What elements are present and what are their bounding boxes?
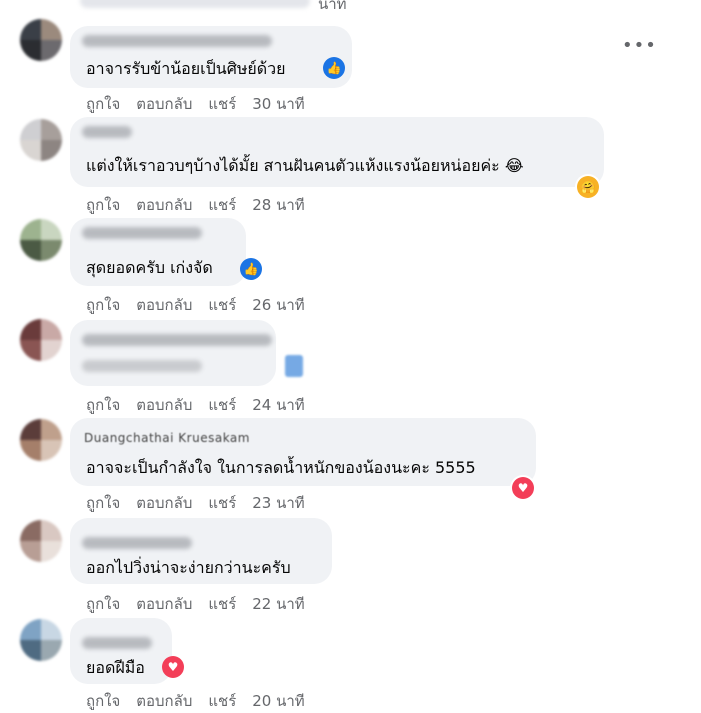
share-button[interactable]: แชร์ (208, 95, 236, 113)
comment-time[interactable]: 24 นาที (252, 396, 304, 414)
comment-bubble: สุดยอดครับ เก่งจัด 👍 (70, 218, 262, 286)
share-button[interactable]: แชร์ (208, 296, 236, 314)
comment-bubble: อาจารรับข้าน้อยเป็นศิษย์ด้วย 👍 (70, 26, 352, 88)
like-icon[interactable]: 👍 (240, 258, 262, 280)
like-button[interactable]: ถูกใจ (86, 95, 120, 113)
avatar[interactable] (20, 19, 62, 61)
commenter-name[interactable]: Duangchathai Kruesakam (84, 431, 250, 445)
commenter-name[interactable] (82, 35, 272, 47)
comment-text: อาจจะเป็นกำลังใจ ในการลดน้ำหนักของน้องนะ… (86, 458, 476, 477)
avatar[interactable] (20, 119, 62, 161)
like-button[interactable]: ถูกใจ (86, 692, 120, 710)
like-button[interactable]: ถูกใจ (86, 296, 120, 314)
comment-actions: ถูกใจ ตอบกลับ แชร์ 26 นาที (86, 293, 305, 317)
comment-bubble: แต่งให้เราอวบๆบ้างได้มั้ย สานฝันคนตัวแห้… (70, 117, 604, 187)
sticker-icon (285, 355, 303, 377)
reply-button[interactable]: ตอบกลับ (136, 296, 192, 314)
comment-actions: ถูกใจ ตอบกลับ แชร์ 24 นาที (86, 393, 305, 417)
comment-text: ยอดฝีมือ (86, 658, 145, 677)
comment-text: อาจารรับข้าน้อยเป็นศิษย์ด้วย (86, 59, 286, 78)
avatar[interactable] (20, 419, 62, 461)
avatar[interactable] (20, 520, 62, 562)
comment-actions: ถูกใจ ตอบกลับ แชร์ 20 นาที (86, 689, 305, 713)
care-icon[interactable]: 🤗 (577, 176, 599, 198)
comment-time[interactable]: 30 นาที (252, 95, 304, 113)
reply-button[interactable]: ตอบกลับ (136, 595, 192, 613)
love-icon[interactable]: ♥ (512, 477, 534, 499)
like-icon[interactable]: 👍 (323, 57, 345, 79)
share-button[interactable]: แชร์ (208, 692, 236, 710)
share-button[interactable]: แชร์ (208, 196, 236, 214)
comment-time[interactable]: 23 นาที (252, 494, 304, 512)
comment-text: ออกไปวิ่งน่าจะง่ายกว่านะครับ (86, 558, 291, 577)
avatar[interactable] (20, 319, 62, 361)
blurred-text (80, 0, 310, 8)
comment-bubble (70, 320, 276, 386)
reply-button[interactable]: ตอบกลับ (136, 396, 192, 414)
like-button[interactable]: ถูกใจ (86, 196, 120, 214)
previous-comment-fragment: นาที (0, 0, 701, 13)
comment-bubble: ออกไปวิ่งน่าจะง่ายกว่านะครับ (70, 518, 332, 584)
comment-time[interactable]: 20 นาที (252, 692, 304, 710)
share-button[interactable]: แชร์ (208, 494, 236, 512)
share-button[interactable]: แชร์ (208, 595, 236, 613)
avatar[interactable] (20, 219, 62, 261)
share-button[interactable]: แชร์ (208, 396, 236, 414)
comment-actions: ถูกใจ ตอบกลับ แชร์ 28 นาที (86, 193, 305, 217)
comment-time: นาที (318, 0, 347, 13)
reply-button[interactable]: ตอบกลับ (136, 196, 192, 214)
reply-button[interactable]: ตอบกลับ (136, 692, 192, 710)
comment-time[interactable]: 26 นาที (252, 296, 304, 314)
love-icon[interactable]: ♥ (162, 656, 184, 678)
avatar[interactable] (20, 619, 62, 661)
reply-button[interactable]: ตอบกลับ (136, 95, 192, 113)
more-options-icon[interactable]: ••• (622, 35, 657, 56)
commenter-name[interactable] (82, 334, 272, 346)
like-button[interactable]: ถูกใจ (86, 396, 120, 414)
comment-bubble: Duangchathai Kruesakam อาจจะเป็นกำลังใจ … (70, 418, 536, 486)
commenter-name[interactable] (82, 537, 192, 549)
like-button[interactable]: ถูกใจ (86, 595, 120, 613)
reply-button[interactable]: ตอบกลับ (136, 494, 192, 512)
comment-text: สุดยอดครับ เก่งจัด (86, 258, 213, 277)
comment-time[interactable]: 28 นาที (252, 196, 304, 214)
comment-actions: ถูกใจ ตอบกลับ แชร์ 30 นาที (86, 92, 305, 116)
commenter-name[interactable] (82, 637, 152, 649)
like-button[interactable]: ถูกใจ (86, 494, 120, 512)
commenter-name[interactable] (82, 126, 132, 138)
comment-actions: ถูกใจ ตอบกลับ แชร์ 23 นาที (86, 491, 305, 515)
comment-text: แต่งให้เราอวบๆบ้างได้มั้ย สานฝันคนตัวแห้… (86, 156, 524, 175)
comment-actions: ถูกใจ ตอบกลับ แชร์ 22 นาที (86, 592, 305, 616)
blurred-comment-text (82, 360, 202, 372)
comment-time[interactable]: 22 นาที (252, 595, 304, 613)
commenter-name[interactable] (82, 227, 202, 239)
comment-bubble: ยอดฝีมือ ♥ (70, 618, 184, 684)
